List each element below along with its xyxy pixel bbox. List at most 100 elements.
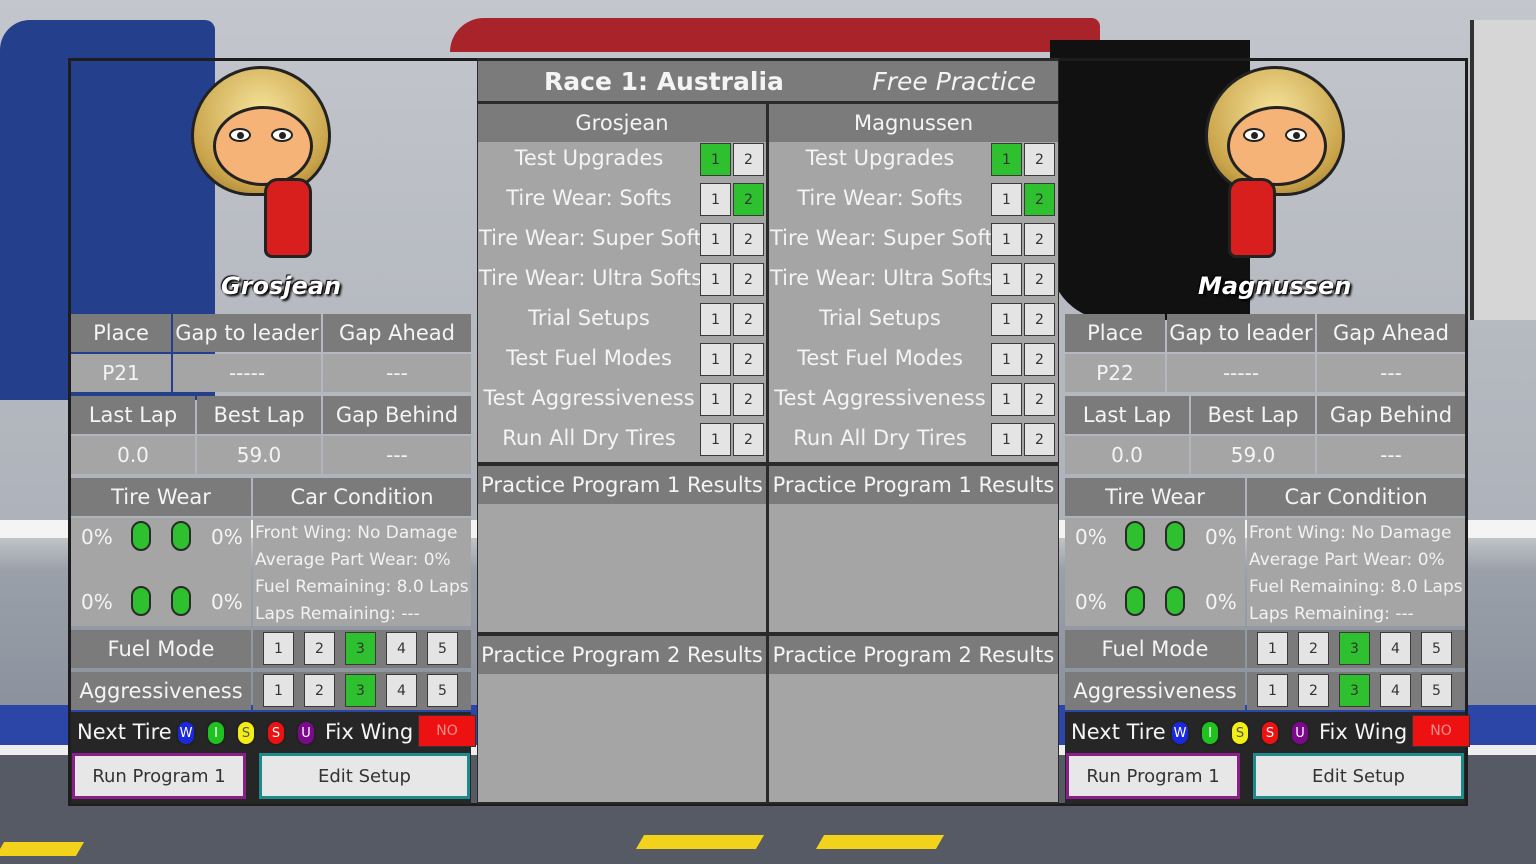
- aggressiveness-4-button[interactable]: 4: [1380, 674, 1411, 707]
- results-2-box-right: [769, 674, 1058, 802]
- program-item: Trial Setups: [528, 306, 650, 330]
- aggressiveness-3-button[interactable]: 3: [345, 674, 376, 707]
- aggressiveness-1-button[interactable]: 1: [1257, 674, 1288, 707]
- program-slot-1-button[interactable]: 1: [700, 223, 731, 256]
- gap-ahead-header: Gap Ahead: [1317, 314, 1465, 352]
- edit-setup-button[interactable]: Edit Setup: [1253, 753, 1464, 799]
- best-lap-value: 59.0: [197, 436, 321, 474]
- program-slot-1-button[interactable]: 1: [991, 423, 1022, 456]
- fuel-mode-4-button[interactable]: 4: [386, 632, 417, 665]
- program-slot-2-button[interactable]: 2: [1024, 183, 1055, 216]
- program-slot-2-button[interactable]: 2: [1024, 143, 1055, 176]
- wet-tire-button[interactable]: W: [1170, 720, 1190, 746]
- aggressiveness-label: Aggressiveness: [1065, 672, 1245, 710]
- intermediate-tire-button[interactable]: I: [1200, 720, 1220, 746]
- column-header-right: Magnussen: [769, 104, 1058, 142]
- run-program-button[interactable]: Run Program 1: [72, 753, 246, 799]
- aggressiveness-3-button[interactable]: 3: [1339, 674, 1370, 707]
- program-slot-2-button[interactable]: 2: [1024, 303, 1055, 336]
- program-slot-2-button[interactable]: 2: [733, 263, 764, 296]
- fuel-mode-2-button[interactable]: 2: [304, 632, 335, 665]
- program-slot-1-button[interactable]: 1: [991, 263, 1022, 296]
- program-slot-1-button[interactable]: 1: [991, 343, 1022, 376]
- fuel-mode-5-button[interactable]: 5: [427, 632, 458, 665]
- fuel-mode-1-button[interactable]: 1: [1257, 632, 1288, 665]
- gap-behind-header: Gap Behind: [1317, 396, 1465, 434]
- fuel-mode-4-button[interactable]: 4: [1380, 632, 1411, 665]
- results-1-box-left: [478, 504, 766, 632]
- program-item: Tire Wear: Softs: [797, 186, 963, 210]
- fix-wing-label: Fix Wing: [325, 720, 414, 744]
- results-2-header-right: Practice Program 2 Results: [769, 636, 1058, 674]
- driver-helmet-avatar: [1205, 66, 1345, 196]
- program-slot-2-button[interactable]: 2: [733, 423, 764, 456]
- soft-tire-button[interactable]: S: [1230, 720, 1250, 746]
- next-tire-label: Next Tire: [77, 720, 172, 744]
- program-slot-2-button[interactable]: 2: [733, 183, 764, 216]
- fuel-mode-5-button[interactable]: 5: [1421, 632, 1452, 665]
- tire-wear-rear-left: 0%: [81, 590, 113, 614]
- edit-setup-button[interactable]: Edit Setup: [259, 753, 470, 799]
- program-slot-2-button[interactable]: 2: [1024, 343, 1055, 376]
- program-slot-1-button[interactable]: 1: [700, 143, 731, 176]
- condition-laps: Laps Remaining: ---: [255, 604, 420, 624]
- results-1-header-right: Practice Program 1 Results: [769, 466, 1058, 504]
- condition-front-wing: Front Wing: No Damage: [1249, 523, 1452, 543]
- wet-tire-button[interactable]: W: [176, 720, 196, 746]
- program-slot-1-button[interactable]: 1: [700, 183, 731, 216]
- soft-tire-button[interactable]: S: [236, 720, 256, 746]
- aggressiveness-2-button[interactable]: 2: [1298, 674, 1329, 707]
- tire-indicator-icon: [1125, 586, 1145, 616]
- place-header: Place: [71, 314, 171, 352]
- supersoft-tire-button[interactable]: S: [1260, 720, 1280, 746]
- fix-wing-toggle[interactable]: NO: [1412, 715, 1470, 747]
- supersoft-tire-button[interactable]: S: [266, 720, 286, 746]
- race-title-bar: Race 1: Australia Free Practice: [478, 61, 1058, 101]
- aggressiveness-2-button[interactable]: 2: [304, 674, 335, 707]
- tire-wear-front-left: 0%: [1075, 525, 1107, 549]
- fuel-mode-3-button[interactable]: 3: [345, 632, 376, 665]
- program-slot-1-button[interactable]: 1: [700, 383, 731, 416]
- program-slot-1-button[interactable]: 1: [991, 303, 1022, 336]
- intermediate-tire-button[interactable]: I: [206, 720, 226, 746]
- program-slot-1-button[interactable]: 1: [700, 343, 731, 376]
- program-slot-1-button[interactable]: 1: [700, 263, 731, 296]
- program-slot-2-button[interactable]: 2: [733, 303, 764, 336]
- driver-panel-left: Grosjean Place Gap to leader Gap Ahead P…: [71, 0, 476, 864]
- ultrasoft-tire-button[interactable]: U: [296, 720, 316, 746]
- program-slot-1-button[interactable]: 1: [991, 383, 1022, 416]
- program-slot-1-button[interactable]: 1: [700, 423, 731, 456]
- aggressiveness-4-button[interactable]: 4: [386, 674, 417, 707]
- tire-wear-front-right: 0%: [211, 525, 243, 549]
- fuel-mode-3-button[interactable]: 3: [1339, 632, 1370, 665]
- program-slot-2-button[interactable]: 2: [733, 223, 764, 256]
- fix-wing-toggle[interactable]: NO: [418, 715, 476, 747]
- program-item: Tire Wear: Ultra Softs: [770, 266, 994, 290]
- program-slot-2-button[interactable]: 2: [1024, 423, 1055, 456]
- fuel-mode-1-button[interactable]: 1: [263, 632, 294, 665]
- aggressiveness-1-button[interactable]: 1: [263, 674, 294, 707]
- session-title: Free Practice: [872, 66, 1036, 96]
- fuel-mode-label: Fuel Mode: [1065, 630, 1245, 668]
- aggressiveness-5-button[interactable]: 5: [427, 674, 458, 707]
- program-slot-2-button[interactable]: 2: [1024, 383, 1055, 416]
- tire-indicator-icon: [1165, 586, 1185, 616]
- results-1-box-right: [769, 504, 1058, 632]
- program-slot-2-button[interactable]: 2: [733, 383, 764, 416]
- program-slot-2-button[interactable]: 2: [733, 343, 764, 376]
- program-slot-1-button[interactable]: 1: [700, 303, 731, 336]
- program-item: Test Fuel Modes: [797, 346, 963, 370]
- program-slot-2-button[interactable]: 2: [1024, 223, 1055, 256]
- program-slot-1-button[interactable]: 1: [991, 143, 1022, 176]
- program-slot-1-button[interactable]: 1: [991, 223, 1022, 256]
- program-slot-1-button[interactable]: 1: [991, 183, 1022, 216]
- program-item: Run All Dry Tires: [502, 426, 676, 450]
- program-item: Tire Wear: Ultra Softs: [479, 266, 703, 290]
- ultrasoft-tire-button[interactable]: U: [1290, 720, 1310, 746]
- run-program-button[interactable]: Run Program 1: [1066, 753, 1240, 799]
- gap-ahead-value: ---: [1317, 354, 1465, 392]
- program-slot-2-button[interactable]: 2: [733, 143, 764, 176]
- program-slot-2-button[interactable]: 2: [1024, 263, 1055, 296]
- aggressiveness-5-button[interactable]: 5: [1421, 674, 1452, 707]
- fuel-mode-2-button[interactable]: 2: [1298, 632, 1329, 665]
